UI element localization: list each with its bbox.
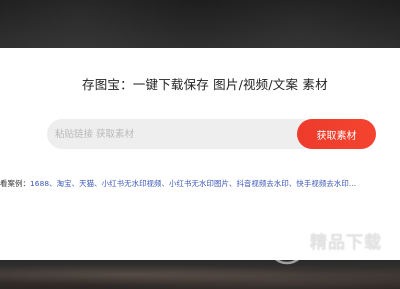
page: 存图宝：一键下载保存 图片/视频/文案 素材 获取素材 看案例：1688、淘宝、… xyxy=(0,0,400,289)
get-material-button[interactable]: 获取素材 xyxy=(297,119,376,149)
examples-line: 看案例：1688、淘宝、天猫、小红书无水印视频、小红书无水印图片、抖音视频去水印… xyxy=(0,178,400,192)
watermark-url: www.jfdp.com xyxy=(316,250,373,259)
examples-label: 看案例： xyxy=(0,179,30,188)
header-background xyxy=(0,0,400,48)
page-headline: 存图宝：一键下载保存 图片/视频/文案 素材 xyxy=(82,77,328,92)
link-input[interactable] xyxy=(47,119,305,149)
examples-links[interactable]: 1688、淘宝、天猫、小红书无水印视频、小红书无水印图片、抖音视频去水印、快手视… xyxy=(30,179,356,188)
search-bar: 获取素材 xyxy=(47,119,376,149)
watermark-logo-icon xyxy=(267,225,307,265)
watermark: 精品下载 www.jfdp.com xyxy=(266,216,396,286)
